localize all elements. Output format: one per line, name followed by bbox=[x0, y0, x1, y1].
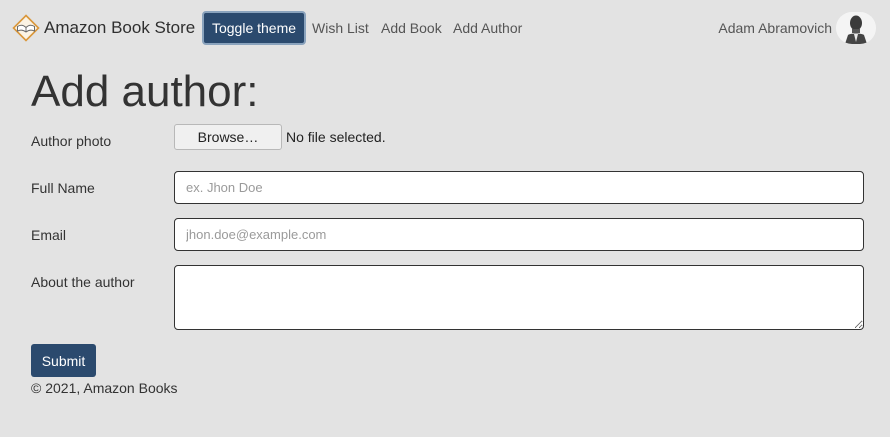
nav-link-add-book[interactable]: Add Book bbox=[381, 20, 442, 36]
about-author-label: About the author bbox=[31, 274, 135, 290]
nav-link-wish-list[interactable]: Wish List bbox=[312, 20, 369, 36]
footer: © 2021, Amazon Books bbox=[31, 380, 178, 396]
footer-copyright: © 2021, Amazon Books bbox=[31, 380, 178, 396]
full-name-input[interactable] bbox=[174, 171, 864, 204]
brand-name: Amazon Book Store bbox=[44, 18, 196, 37]
navbar: Amazon Book Store Toggle theme Wish List… bbox=[0, 0, 890, 58]
about-author-textarea[interactable] bbox=[174, 265, 864, 330]
user-name: Adam Abramovich bbox=[718, 20, 832, 36]
browse-button[interactable]: Browse… bbox=[174, 124, 282, 150]
full-name-label: Full Name bbox=[31, 180, 95, 196]
brand-link[interactable]: Amazon Book Store bbox=[12, 14, 195, 42]
email-input[interactable] bbox=[174, 218, 864, 251]
author-photo-label: Author photo bbox=[31, 133, 112, 149]
file-status: No file selected. bbox=[286, 129, 386, 145]
user-avatar-icon[interactable] bbox=[836, 12, 876, 44]
email-label: Email bbox=[31, 227, 67, 243]
user-menu[interactable]: Adam Abramovich bbox=[718, 12, 876, 44]
open-book-diamond-icon bbox=[12, 14, 40, 42]
nav-link-add-author[interactable]: Add Author bbox=[453, 20, 522, 36]
toggle-theme-button[interactable]: Toggle theme bbox=[202, 11, 306, 45]
page-title: Add author: bbox=[31, 67, 259, 116]
submit-button[interactable]: Submit bbox=[31, 344, 96, 377]
